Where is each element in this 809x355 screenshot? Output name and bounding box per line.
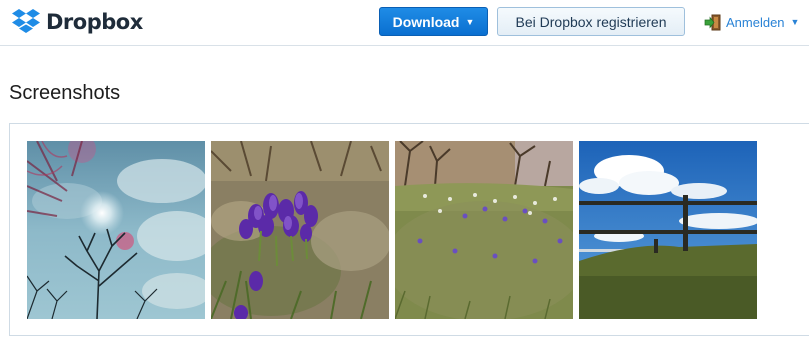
download-label: Download [392,13,460,30]
page-title: Screenshots [9,82,121,104]
login-label: Anmelden [726,14,785,30]
login-door-icon [704,14,721,30]
caret-down-icon: ▼ [465,16,475,27]
logo-text: Dropbox [46,10,143,34]
dropbox-logo-icon [12,9,40,33]
register-button[interactable]: Bei Dropbox registrieren [497,7,685,36]
download-button[interactable]: Download ▼ [379,7,488,36]
top-bar: Dropbox Download ▼ Bei Dropbox registrie… [0,0,809,46]
register-label: Bei Dropbox registrieren [515,13,667,30]
photo-crocus-cluster[interactable] [211,141,389,319]
dropbox-logo[interactable]: Dropbox [10,7,143,37]
screenshot-gallery [9,123,809,336]
photo-crocus-meadow[interactable] [395,141,573,319]
photo-fence-sky[interactable] [579,141,757,319]
login-menu[interactable]: Anmelden ▼ [704,13,799,31]
caret-down-icon: ▼ [790,17,800,27]
photo-sky-tree[interactable] [27,141,205,319]
